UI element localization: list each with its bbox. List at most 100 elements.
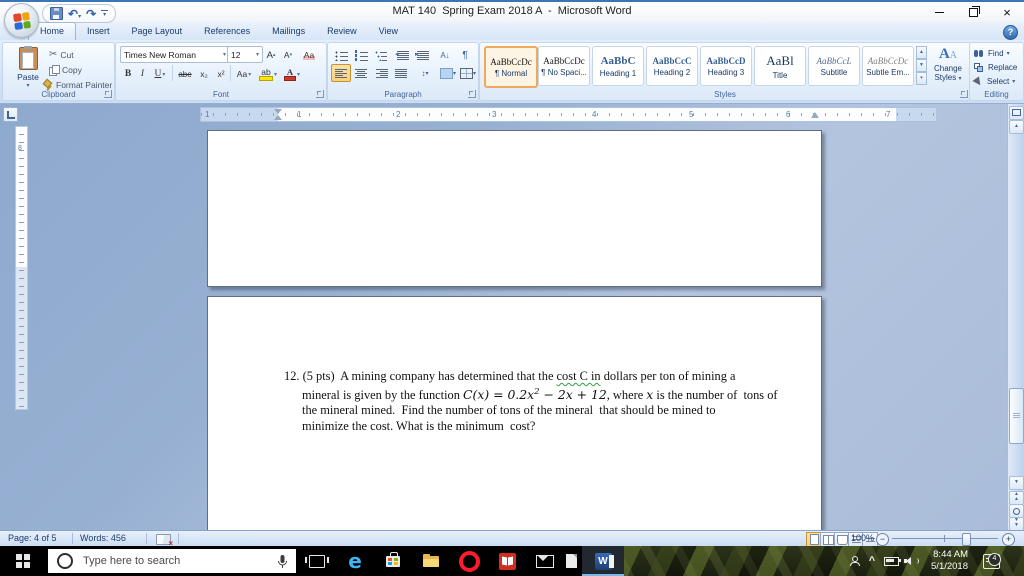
font-family-combo[interactable]: Times New Roman ▾ bbox=[120, 46, 230, 63]
opera-button[interactable] bbox=[450, 546, 488, 576]
taskbar-search[interactable] bbox=[48, 549, 296, 573]
word-taskbar-button[interactable]: W bbox=[582, 546, 624, 576]
tab-review[interactable]: Review bbox=[316, 22, 368, 40]
styles-gallery-expand[interactable]: ▾ bbox=[916, 72, 927, 85]
font-dialog-launcher[interactable] bbox=[316, 90, 324, 98]
bold-button[interactable]: B bbox=[120, 65, 136, 83]
minimize-button[interactable] bbox=[924, 4, 954, 20]
right-indent-marker[interactable] bbox=[811, 112, 819, 118]
zoom-in-button[interactable]: + bbox=[1002, 533, 1015, 546]
numbering-button[interactable] bbox=[351, 46, 371, 64]
action-center-button[interactable]: 4 bbox=[978, 546, 1004, 576]
customize-qat-button[interactable]: ▾ bbox=[101, 10, 109, 18]
zoom-out-button[interactable]: − bbox=[876, 533, 889, 546]
word-count[interactable]: Words: 456 bbox=[80, 533, 126, 543]
undo-button[interactable]: ↶▾ bbox=[68, 5, 81, 23]
find-button[interactable]: Find ▾ bbox=[974, 47, 1010, 60]
style-no-spacing[interactable]: AaBbCcDc ¶ No Spaci... bbox=[538, 46, 590, 86]
office-button[interactable] bbox=[4, 3, 39, 38]
exam-question-12[interactable]: 12. (5 pts) A mining company has determi… bbox=[284, 369, 778, 435]
document-page-1[interactable] bbox=[207, 130, 822, 287]
previous-page-button[interactable]: ▲ ▲ bbox=[1009, 491, 1024, 505]
style-subtitle[interactable]: AaBbCcL Subtitle bbox=[808, 46, 860, 86]
document-page-2[interactable]: 12. (5 pts) A mining company has determi… bbox=[207, 296, 822, 530]
line-spacing-button[interactable]: ↕ ▾ bbox=[413, 64, 437, 82]
microphone-icon[interactable] bbox=[277, 554, 288, 569]
styles-dialog-launcher[interactable] bbox=[960, 90, 968, 98]
scroll-down-button[interactable]: ▼ bbox=[1009, 476, 1024, 490]
scroll-up-button[interactable]: ▲ bbox=[1009, 120, 1024, 134]
tab-insert[interactable]: Insert bbox=[76, 22, 121, 40]
scrollbar-thumb[interactable] bbox=[1009, 388, 1024, 444]
style-normal[interactable]: AaBbCcDc ¶ Normal bbox=[484, 46, 538, 88]
start-button[interactable] bbox=[0, 546, 46, 576]
zoom-slider-track[interactable] bbox=[892, 538, 998, 539]
page-indicator[interactable]: Page: 4 of 5 bbox=[8, 533, 57, 543]
underline-button[interactable]: U ▾ bbox=[149, 65, 171, 83]
save-icon[interactable] bbox=[50, 7, 63, 20]
people-tray-button[interactable] bbox=[845, 546, 863, 576]
align-left-button[interactable] bbox=[331, 64, 351, 82]
text-highlight-button[interactable]: ab ▾ bbox=[256, 65, 280, 83]
styles-scroll-up[interactable]: ▲ bbox=[916, 46, 927, 59]
paragraph-dialog-launcher[interactable] bbox=[468, 90, 476, 98]
search-input[interactable] bbox=[81, 554, 269, 568]
sort-button[interactable]: A↓ bbox=[435, 46, 455, 64]
tab-references[interactable]: References bbox=[193, 22, 261, 40]
horizontal-ruler[interactable]: 1 1 2 3 4 5 6 7 bbox=[200, 107, 937, 122]
tab-mailings[interactable]: Mailings bbox=[261, 22, 316, 40]
increase-indent-button[interactable]: ▸ bbox=[413, 46, 433, 64]
subscript-button[interactable]: x₂ bbox=[195, 65, 213, 83]
proofing-errors-icon[interactable]: × bbox=[156, 534, 173, 548]
undo-dropdown[interactable]: ▾ bbox=[78, 14, 81, 20]
justify-button[interactable] bbox=[391, 64, 411, 82]
zoom-slider-handle[interactable] bbox=[962, 533, 971, 546]
reader-app-button[interactable] bbox=[488, 546, 526, 576]
change-case-button[interactable]: Aa ▾ bbox=[232, 65, 256, 83]
tab-stop-selector[interactable] bbox=[3, 107, 18, 122]
select-button[interactable]: Select ▾ bbox=[972, 75, 1015, 88]
style-heading-2[interactable]: AaBbCcC Heading 2 bbox=[646, 46, 698, 86]
clock[interactable]: 8:44 AM 5/1/2018 bbox=[931, 549, 968, 573]
show-paragraph-marks-button[interactable]: ¶ bbox=[455, 46, 475, 64]
vertical-scrollbar[interactable]: ▲ ▼ ▲ ▲ ▼ ▼ bbox=[1007, 104, 1024, 530]
style-subtle-emphasis[interactable]: AaBbCcDc Subtle Em... bbox=[862, 46, 914, 86]
zoom-level[interactable]: 100% bbox=[851, 533, 874, 543]
grow-font-button[interactable]: A ▴ bbox=[262, 46, 280, 64]
replace-button[interactable]: Replace bbox=[974, 61, 1017, 74]
multilevel-list-button[interactable] bbox=[371, 46, 391, 64]
style-title[interactable]: AaBl Title bbox=[754, 46, 806, 86]
volume-tray-button[interactable] bbox=[901, 546, 919, 576]
decrease-indent-button[interactable]: ◂ bbox=[393, 46, 413, 64]
style-heading-1[interactable]: AaBbC Heading 1 bbox=[592, 46, 644, 86]
restore-button[interactable] bbox=[958, 4, 988, 20]
ruler-toggle-button[interactable] bbox=[1009, 106, 1024, 120]
show-hidden-icons-button[interactable]: ^ bbox=[864, 546, 880, 576]
close-button[interactable]: × bbox=[992, 4, 1022, 20]
styles-scroll-down[interactable]: ▼ bbox=[916, 59, 927, 72]
align-center-button[interactable] bbox=[351, 64, 371, 82]
superscript-button[interactable]: x² bbox=[212, 65, 230, 83]
file-explorer-button[interactable] bbox=[412, 546, 450, 576]
clear-formatting-button[interactable]: Aa bbox=[298, 46, 320, 64]
font-size-combo[interactable]: 12 ▾ bbox=[227, 46, 263, 63]
help-icon[interactable]: ? bbox=[1003, 25, 1018, 40]
task-view-button[interactable] bbox=[298, 546, 336, 576]
redo-button[interactable]: ↷ bbox=[86, 8, 96, 20]
store-button[interactable] bbox=[374, 546, 412, 576]
cut-button[interactable]: ✂ Cut bbox=[49, 48, 74, 62]
shrink-font-button[interactable]: A ▾ bbox=[279, 46, 297, 64]
edge-button[interactable]: e bbox=[336, 546, 374, 576]
tab-view[interactable]: View bbox=[368, 22, 409, 40]
tab-page-layout[interactable]: Page Layout bbox=[121, 22, 194, 40]
indent-marker[interactable] bbox=[274, 109, 282, 120]
battery-tray-button[interactable] bbox=[881, 546, 901, 576]
bullets-button[interactable] bbox=[331, 46, 351, 64]
change-styles-button[interactable]: AA Change Styles ▾ bbox=[930, 46, 966, 96]
next-page-button[interactable]: ▼ ▼ bbox=[1009, 517, 1024, 530]
clipboard-dialog-launcher[interactable] bbox=[104, 90, 112, 98]
align-right-button[interactable] bbox=[371, 64, 391, 82]
strikethrough-button[interactable]: abe bbox=[174, 65, 196, 83]
select-browse-object-button[interactable] bbox=[1009, 504, 1024, 518]
italic-button[interactable]: I bbox=[135, 65, 150, 83]
